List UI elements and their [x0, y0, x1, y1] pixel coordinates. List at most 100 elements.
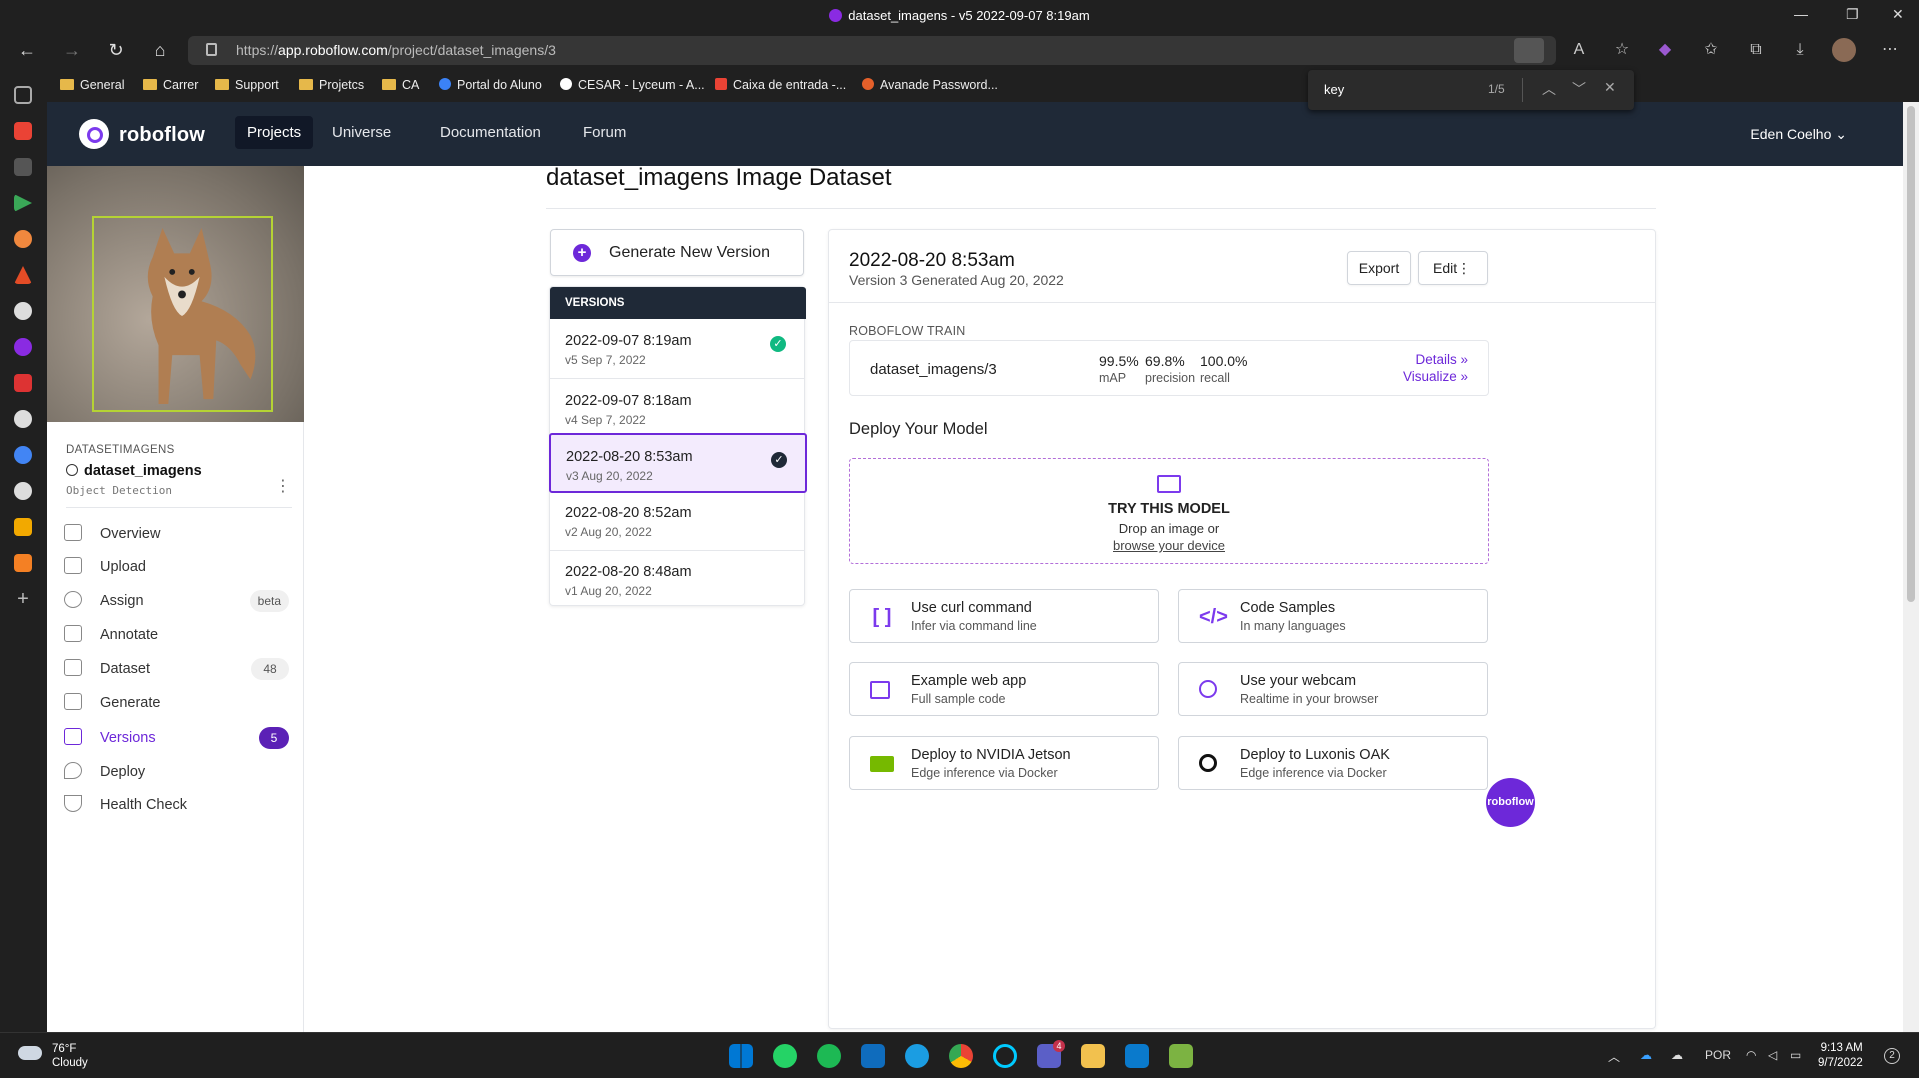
find-toggle-icon[interactable] [1514, 38, 1544, 63]
bookmark-avanade[interactable]: Avanade Password... [862, 78, 998, 92]
bookmark-cesar[interactable]: CESAR - Lyceum - A... [560, 78, 705, 92]
address-bar[interactable]: https://app.roboflow.com/project/dataset… [188, 36, 1556, 65]
profile-avatar[interactable] [1832, 38, 1856, 62]
back-icon[interactable]: ← [15, 38, 39, 62]
tab-actions-icon[interactable] [14, 86, 32, 104]
details-link[interactable]: Details » [1415, 352, 1468, 367]
sidebar-item-generate[interactable]: Generate [64, 689, 289, 717]
version-row[interactable]: 2022-08-20 8:52am v2 Aug 20, 2022 [550, 491, 804, 551]
forward-icon[interactable]: → [60, 38, 84, 62]
nav-forum[interactable]: Forum [583, 124, 626, 141]
close-window-button[interactable]: ✕ [1892, 6, 1904, 23]
sidebar-item-health-check[interactable]: Health Check [64, 791, 289, 819]
nav-universe[interactable]: Universe [332, 124, 391, 141]
try-model-dropzone[interactable]: TRY THIS MODEL Drop an image or browse y… [849, 458, 1489, 564]
bookmark-support[interactable]: Support [215, 78, 279, 92]
web-app-option[interactable]: Example web app Full sample code [849, 662, 1159, 716]
sidebar-item-upload[interactable]: Upload [64, 553, 289, 581]
vscode-icon[interactable] [1125, 1044, 1149, 1068]
luxonis-oak-option[interactable]: Deploy to Luxonis OAK Edge inference via … [1178, 736, 1488, 790]
code-samples-option[interactable]: </> Code Samples In many languages [1178, 589, 1488, 643]
clock[interactable]: 9:13 AM 9/7/2022 [1818, 1041, 1863, 1071]
scrollbar-thumb[interactable] [1907, 106, 1915, 602]
roboflow-sidebar-icon[interactable] [14, 338, 32, 356]
github-sidebar-icon[interactable] [14, 302, 32, 320]
downloads-icon[interactable]: ⤓ [1788, 38, 1812, 62]
notepad-icon[interactable] [1169, 1044, 1193, 1068]
extension-icon[interactable]: ◆ [1653, 38, 1677, 62]
nav-projects[interactable]: Projects [235, 116, 314, 149]
outlook-icon[interactable] [861, 1044, 885, 1068]
bookmark-portal[interactable]: Portal do Aluno [439, 78, 542, 92]
more-menu-icon[interactable]: ⋯ [1878, 38, 1902, 62]
generate-new-version-button[interactable]: + Generate New Version [550, 229, 804, 276]
sidebar-item-versions[interactable]: Versions 5 [64, 724, 289, 752]
whatsapp-icon[interactable] [773, 1044, 797, 1068]
cortana-icon[interactable] [993, 1044, 1017, 1068]
bookmark-gmail[interactable]: Caixa de entrada -... [715, 78, 846, 92]
find-next-icon[interactable]: ﹀ [1572, 79, 1586, 99]
favorites-icon[interactable]: ✩ [1699, 38, 1723, 62]
cloud-tray-icon[interactable]: ☁ [1671, 1048, 1683, 1062]
sidebar-item-dataset[interactable]: Dataset 48 [64, 655, 289, 683]
bookmark-carrer[interactable]: Carrer [143, 78, 198, 92]
stackoverflow-sidebar-icon[interactable] [14, 554, 32, 572]
project-name[interactable]: dataset_imagens [66, 463, 202, 479]
add-favorite-icon[interactable]: ☆ [1610, 38, 1634, 62]
file-explorer-icon[interactable] [1081, 1044, 1105, 1068]
ubuntu-sidebar-icon[interactable] [14, 230, 32, 248]
visualize-link[interactable]: Visualize » [1403, 369, 1468, 384]
version-row[interactable]: 2022-09-07 8:18am v4 Sep 7, 2022 [550, 379, 804, 439]
find-input[interactable]: key [1324, 82, 1344, 97]
volume-icon[interactable]: ◁ [1768, 1048, 1777, 1062]
sidebar-item-deploy[interactable]: Deploy [64, 758, 289, 786]
roboflow-help-button[interactable]: roboflow [1486, 778, 1535, 827]
roboflow-logo[interactable]: roboflow [79, 119, 205, 149]
find-previous-icon[interactable]: ︿ [1542, 79, 1556, 99]
notification-badge[interactable]: 2 [1884, 1048, 1900, 1064]
edge-icon[interactable] [905, 1044, 929, 1068]
gmail-sidebar-icon[interactable] [14, 122, 32, 140]
restore-button[interactable]: ❐ [1846, 6, 1859, 23]
bookmark-general[interactable]: General [60, 78, 124, 92]
nav-documentation[interactable]: Documentation [440, 124, 541, 141]
project-options-icon[interactable]: ⋮ [275, 476, 291, 496]
refresh-icon[interactable]: ↻ [104, 38, 128, 62]
version-row[interactable]: 2022-09-07 8:19am v5 Sep 7, 2022 ✓ [550, 319, 804, 379]
language-indicator[interactable]: POR [1705, 1048, 1731, 1062]
minimize-button[interactable]: — [1794, 6, 1808, 22]
collections-icon[interactable]: ⧉ [1744, 38, 1768, 62]
curl-command-option[interactable]: [ ] Use curl command Infer via command lin… [849, 589, 1159, 643]
github-sidebar-icon-2[interactable] [14, 410, 32, 428]
chrome-icon[interactable] [949, 1044, 973, 1068]
page-scrollbar[interactable] [1903, 102, 1919, 1032]
read-aloud-icon[interactable]: A [1567, 38, 1591, 62]
bookmark-projetcs[interactable]: Projetcs [299, 78, 364, 92]
home-icon[interactable]: ⌂ [148, 38, 172, 62]
add-sidebar-icon[interactable]: + [14, 589, 32, 609]
google-sidebar-icon[interactable] [14, 446, 32, 464]
red-sidebar-icon[interactable] [14, 374, 32, 392]
battery-icon[interactable]: ▭ [1790, 1048, 1801, 1062]
version-row-selected[interactable]: 2022-08-20 8:53am v3 Aug 20, 2022 ✓ [549, 433, 807, 493]
a-sidebar-icon[interactable] [14, 266, 32, 284]
edit-button[interactable]: Edit ⋮ [1418, 251, 1488, 285]
user-menu[interactable]: Eden Coelho ⌄ [1750, 126, 1847, 143]
nvidia-jetson-option[interactable]: Deploy to NVIDIA Jetson Edge inference vi… [849, 736, 1159, 790]
play-sidebar-icon[interactable] [14, 194, 32, 212]
sidebar-item-overview[interactable]: Overview [64, 520, 289, 548]
terminal-sidebar-icon[interactable] [14, 158, 32, 176]
wifi-icon[interactable]: ◠ [1746, 1048, 1756, 1062]
bookmark-ca[interactable]: CA [382, 78, 419, 92]
github-sidebar-icon-3[interactable] [14, 482, 32, 500]
onedrive-icon[interactable]: ☁ [1640, 1048, 1652, 1062]
export-button[interactable]: Export [1347, 251, 1411, 285]
link-sidebar-icon[interactable] [14, 518, 32, 536]
spotify-icon[interactable] [817, 1044, 841, 1068]
find-close-icon[interactable]: ✕ [1604, 79, 1616, 96]
webcam-option[interactable]: Use your webcam Realtime in your browser [1178, 662, 1488, 716]
version-row[interactable]: 2022-08-20 8:48am v1 Aug 20, 2022 [550, 550, 804, 610]
teams-icon[interactable]: 4 [1037, 1040, 1065, 1068]
start-icon[interactable] [729, 1044, 753, 1068]
tray-expand-icon[interactable]: ︿ [1608, 1048, 1620, 1065]
